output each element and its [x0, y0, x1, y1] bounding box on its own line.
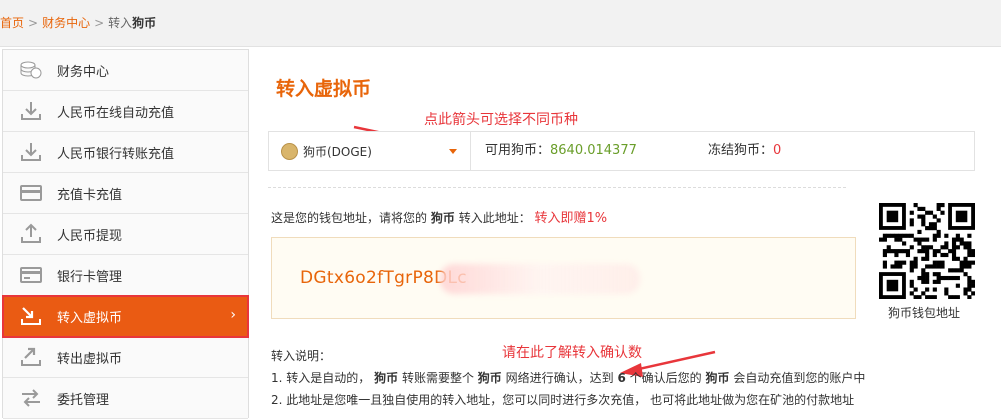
transfer-in-icon	[17, 305, 45, 327]
note-text: 网络进行确认，达到	[505, 371, 614, 385]
breadcrumb: 首页 > 财务中心 > 转入狗币	[0, 0, 1001, 47]
sidebar-item-card-recharge[interactable]: 充值卡充值	[3, 173, 248, 214]
doge-coin-icon	[281, 142, 298, 160]
note-text: 转账需要整个	[401, 371, 474, 385]
available-value: 8640.014377	[550, 143, 637, 158]
card-icon	[17, 182, 45, 204]
breadcrumb-home-link[interactable]: 首页	[0, 16, 24, 30]
order-icon	[17, 387, 45, 409]
available-label: 可用狗币：	[485, 143, 551, 158]
breadcrumb-current-coin: 狗币	[132, 16, 157, 30]
frozen-value: 0	[773, 143, 782, 158]
sidebar-item-label: 财务中心	[57, 64, 110, 80]
note-item-1: 1. 转入是自动的， 狗币 转账需要整个 狗币 网络进行确认，达到 6 个确认后…	[271, 367, 865, 389]
address-intro-coin: 狗币	[430, 211, 455, 225]
chevron-right-icon: ›	[230, 307, 236, 323]
address-intro: 这是您的钱包地址，请将您的 狗币 转入此地址： 转入即赠1%	[271, 207, 607, 226]
sidebar-item-rmb-withdraw[interactable]: 人民币提现	[3, 214, 248, 255]
bonus-text: 转入即赠1%	[534, 211, 608, 226]
sidebar-item-label: 委托管理	[57, 392, 110, 408]
sidebar-item-transfer-in-virtual-coin[interactable]: 转入虚拟币 ›	[2, 295, 249, 338]
breadcrumb-finance-link[interactable]: 财务中心	[42, 16, 90, 30]
sidebar-item-rmb-bank-transfer[interactable]: 人民币银行转账充值	[3, 132, 248, 173]
redaction-blur	[440, 264, 640, 294]
sidebar-item-label: 人民币在线自动充值	[57, 105, 175, 121]
note-item-2: 2. 此地址是您唯一且独自使用的转入地址，您可以同时进行多次充值， 也可将此地址…	[271, 393, 855, 407]
available-balance: 可用狗币：8640.014377	[485, 132, 637, 170]
sidebar-item-label: 充值卡充值	[57, 187, 123, 203]
download-tray-icon	[17, 141, 45, 163]
wallet-address-box: DGtx6o2fTgrP8DLc	[271, 237, 856, 319]
sidebar-item-label: 人民币提现	[57, 228, 123, 244]
coin-stack-icon	[17, 59, 45, 81]
qr-label: 狗币钱包地址	[888, 306, 961, 320]
note-confirm-count: 6	[617, 371, 626, 385]
frozen-balance: 冻结狗币：0	[708, 132, 781, 170]
frozen-label: 冻结狗币：	[708, 143, 774, 158]
sidebar-item-order-management[interactable]: 委托管理	[3, 378, 248, 419]
note-text: 个确认后您的	[629, 371, 702, 385]
breadcrumb-current-prefix: 转入	[108, 16, 133, 30]
transfer-out-icon	[17, 346, 45, 368]
notes-title: 转入说明：	[271, 349, 332, 363]
note-coin: 狗币	[477, 371, 502, 385]
sidebar-item-label: 转入虚拟币	[57, 310, 123, 326]
note-text: 1. 转入是自动的，	[271, 371, 371, 385]
upload-tray-icon	[17, 223, 45, 245]
sidebar-item-transfer-out-virtual-coin[interactable]: 转出虚拟币	[3, 337, 248, 378]
sidebar: 财务中心 人民币在线自动充值 人民币银行转账充值 充值卡充值 人民币提现 银行卡…	[2, 49, 249, 419]
sidebar-item-bank-card-management[interactable]: 银行卡管理	[3, 255, 248, 296]
chevron-down-icon[interactable]	[449, 149, 457, 154]
address-intro-text: 这是您的钱包地址，请将您的	[271, 211, 428, 225]
coin-select-dropdown[interactable]: 狗币(DOGE)	[269, 132, 471, 170]
sidebar-item-label: 银行卡管理	[57, 269, 123, 285]
wallet-qr-code	[879, 203, 976, 300]
note-text: 会自动充值到您的账户中	[733, 371, 866, 385]
coin-select-value: 狗币(DOGE)	[303, 144, 372, 159]
breadcrumb-separator: >	[28, 16, 39, 30]
sidebar-item-label: 转出虚拟币	[57, 351, 123, 367]
bank-card-icon	[17, 264, 45, 286]
note-coin: 狗币	[374, 371, 399, 385]
address-intro-text-2: 转入此地址：	[458, 211, 531, 225]
sidebar-item-finance-center[interactable]: 财务中心	[3, 50, 248, 91]
divider	[268, 187, 846, 188]
sidebar-item-rmb-online-recharge[interactable]: 人民币在线自动充值	[3, 91, 248, 132]
transfer-notes: 转入说明： 1. 转入是自动的， 狗币 转账需要整个 狗币 网络进行确认，达到 …	[271, 345, 865, 411]
breadcrumb-separator: >	[94, 16, 105, 30]
note-coin: 狗币	[705, 371, 730, 385]
page-title: 转入虚拟币	[276, 78, 372, 100]
download-tray-icon	[17, 100, 45, 122]
sidebar-item-label: 人民币银行转账充值	[57, 146, 175, 162]
coin-balance-bar: 狗币(DOGE) 可用狗币：8640.014377 冻结狗币：0	[268, 131, 975, 171]
